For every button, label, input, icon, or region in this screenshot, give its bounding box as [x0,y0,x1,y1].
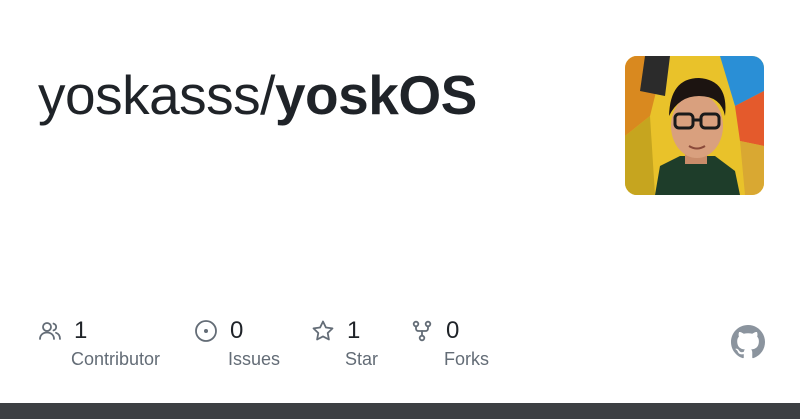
star-icon [311,319,335,343]
repo-title: yoskasss/yoskOS [38,62,477,128]
fork-icon [410,319,434,343]
contributors-label: Contributor [71,349,161,369]
issues-label: Issues [228,349,281,369]
github-mark-icon [731,325,765,359]
forks-count: 0 [446,317,460,344]
stars-label: Star [345,349,379,369]
stat-stars[interactable]: 1 Star [311,316,378,369]
repo-name: yoskOS [274,64,477,126]
forks-label: Forks [444,349,489,369]
avatar [625,56,764,195]
contributors-count: 1 [74,317,88,344]
people-icon [38,319,62,343]
issue-icon [194,319,218,343]
stat-contributors[interactable]: 1 Contributor [38,316,160,369]
stat-forks[interactable]: 0 Forks [410,316,489,369]
avatar-image [625,56,764,195]
issues-count: 0 [230,317,244,344]
repo-owner: yoskasss/ [38,64,275,126]
stat-issues[interactable]: 0 Issues [194,316,280,369]
stars-count: 1 [347,317,361,344]
bottom-bar [0,403,800,419]
